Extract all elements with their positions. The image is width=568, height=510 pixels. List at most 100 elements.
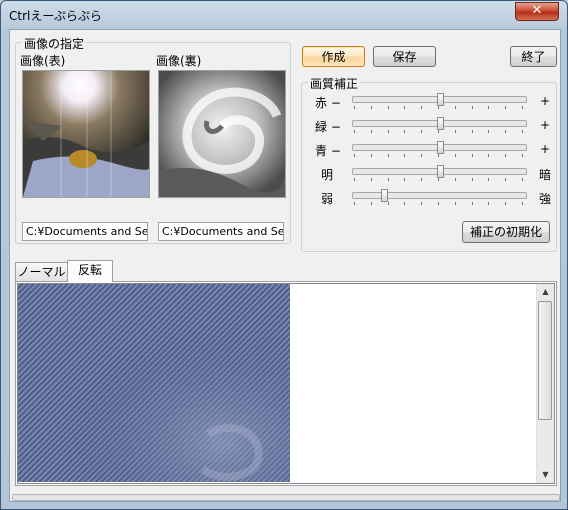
slider-thumb[interactable] bbox=[437, 165, 444, 178]
slider-track[interactable] bbox=[352, 165, 527, 178]
slider-tick bbox=[505, 178, 506, 181]
slider-tick bbox=[388, 154, 389, 157]
slider-tick bbox=[455, 106, 456, 109]
slider-tick bbox=[438, 106, 439, 109]
close-icon[interactable]: ✕ bbox=[515, 2, 559, 21]
result-viewer: ▲ ▼ bbox=[17, 283, 555, 484]
slider-tick bbox=[522, 202, 523, 205]
slider-tick bbox=[522, 130, 523, 133]
slider-tick bbox=[371, 130, 372, 133]
slider-thumb[interactable] bbox=[437, 117, 444, 130]
tab-panel: ▲ ▼ bbox=[15, 281, 557, 486]
slider-tick bbox=[354, 154, 355, 157]
slider-tick bbox=[388, 106, 389, 109]
slider-tick bbox=[505, 154, 506, 157]
image-group: 画像の指定 画像(表) C:¥Documents and Setti 画像(裏)… bbox=[15, 35, 291, 244]
slider-left-label: 明 bbox=[321, 168, 334, 182]
client-area: 画像の指定 画像(表) C:¥Documents and Setti 画像(裏)… bbox=[9, 29, 561, 502]
save-button[interactable]: 保存 bbox=[373, 46, 436, 67]
slider-tick bbox=[421, 154, 422, 157]
slider-tick bbox=[354, 106, 355, 109]
exit-button[interactable]: 終了 bbox=[510, 46, 557, 67]
back-image-preview[interactable] bbox=[158, 70, 286, 198]
slider-tick bbox=[404, 178, 405, 181]
slider-left-label: 緑 − bbox=[315, 120, 341, 134]
slider-right-label: + bbox=[539, 94, 551, 108]
slider-ticks bbox=[354, 202, 524, 206]
slider-tick bbox=[371, 106, 372, 109]
slider-tick bbox=[388, 130, 389, 133]
slider-left-label: 弱 bbox=[321, 192, 334, 206]
slider-tick bbox=[455, 154, 456, 157]
front-image-label: 画像(表) bbox=[20, 54, 66, 68]
slider-row: 緑 − + bbox=[315, 116, 555, 138]
slider-tick bbox=[505, 130, 506, 133]
slider-tick bbox=[472, 202, 473, 205]
slider-row: 明暗 bbox=[315, 164, 555, 186]
slider-tick bbox=[371, 154, 372, 157]
slider-tick bbox=[404, 130, 405, 133]
slider-thumb[interactable] bbox=[437, 93, 444, 106]
slider-right-label: + bbox=[539, 142, 551, 156]
slider-right-label: 暗 bbox=[538, 168, 551, 182]
slider-tick bbox=[371, 202, 372, 205]
slider-tick bbox=[438, 202, 439, 205]
slider-tick bbox=[421, 106, 422, 109]
slider-ticks bbox=[354, 130, 524, 134]
slider-tick bbox=[522, 178, 523, 181]
slider-track[interactable] bbox=[352, 117, 527, 130]
slider-tick bbox=[488, 178, 489, 181]
front-image-path[interactable]: C:¥Documents and Setti bbox=[22, 222, 148, 241]
slider-tick bbox=[421, 130, 422, 133]
reset-correction-button[interactable]: 補正の初期化 bbox=[462, 221, 550, 243]
slider-tick bbox=[488, 130, 489, 133]
slider-tick bbox=[472, 130, 473, 133]
slider-tick bbox=[455, 178, 456, 181]
slider-left-label: 赤 − bbox=[315, 96, 341, 110]
slider-tick bbox=[438, 130, 439, 133]
title-bar[interactable]: Ctrlえーぷらぷら ✕ bbox=[1, 1, 567, 29]
slider-tick bbox=[522, 154, 523, 157]
slider-tick bbox=[421, 178, 422, 181]
back-image-path[interactable]: C:¥Documents and Setti bbox=[158, 222, 284, 241]
slider-tick bbox=[404, 154, 405, 157]
slider-tick bbox=[371, 178, 372, 181]
scroll-up-icon[interactable]: ▲ bbox=[537, 284, 554, 300]
slider-tick bbox=[472, 106, 473, 109]
vertical-scrollbar[interactable]: ▲ ▼ bbox=[536, 284, 554, 483]
scroll-down-icon[interactable]: ▼ bbox=[537, 467, 554, 483]
correction-group-label: 画質補正 bbox=[308, 75, 361, 92]
slider-tick bbox=[388, 202, 389, 205]
progress-bar bbox=[12, 494, 560, 501]
tab-normal[interactable]: ノーマル bbox=[15, 262, 68, 281]
image-group-label: 画像の指定 bbox=[22, 35, 87, 52]
slider-tick bbox=[505, 106, 506, 109]
slider-track[interactable] bbox=[352, 141, 527, 154]
app-window: Ctrlえーぷらぷら ✕ 画像の指定 画像(表) C:¥Documents an… bbox=[0, 0, 568, 510]
create-button[interactable]: 作成 bbox=[302, 46, 365, 67]
slider-tick bbox=[488, 106, 489, 109]
back-image-label: 画像(裏) bbox=[156, 54, 202, 68]
slider-right-label: 強 bbox=[538, 192, 551, 206]
front-image-preview[interactable] bbox=[22, 70, 150, 198]
slider-tick bbox=[421, 202, 422, 205]
front-image-picture bbox=[23, 71, 150, 197]
slider-tick bbox=[404, 202, 405, 205]
slider-track[interactable] bbox=[352, 189, 527, 202]
tab-inverted[interactable]: 反転 bbox=[67, 260, 113, 282]
slider-thumb[interactable] bbox=[381, 189, 388, 202]
slider-tick bbox=[472, 178, 473, 181]
slider-row: 弱強 bbox=[315, 188, 555, 210]
scroll-thumb[interactable] bbox=[538, 301, 552, 420]
slider-ticks bbox=[354, 154, 524, 158]
slider-tick bbox=[354, 178, 355, 181]
slider-thumb[interactable] bbox=[437, 141, 444, 154]
slider-tick bbox=[488, 202, 489, 205]
slider-row: 青 − + bbox=[315, 140, 555, 162]
slider-tick bbox=[354, 202, 355, 205]
slider-tick bbox=[455, 202, 456, 205]
slider-left-label: 青 − bbox=[315, 144, 341, 158]
slider-track[interactable] bbox=[352, 93, 527, 106]
slider-tick bbox=[522, 106, 523, 109]
window-title: Ctrlえーぷらぷら bbox=[9, 9, 102, 23]
